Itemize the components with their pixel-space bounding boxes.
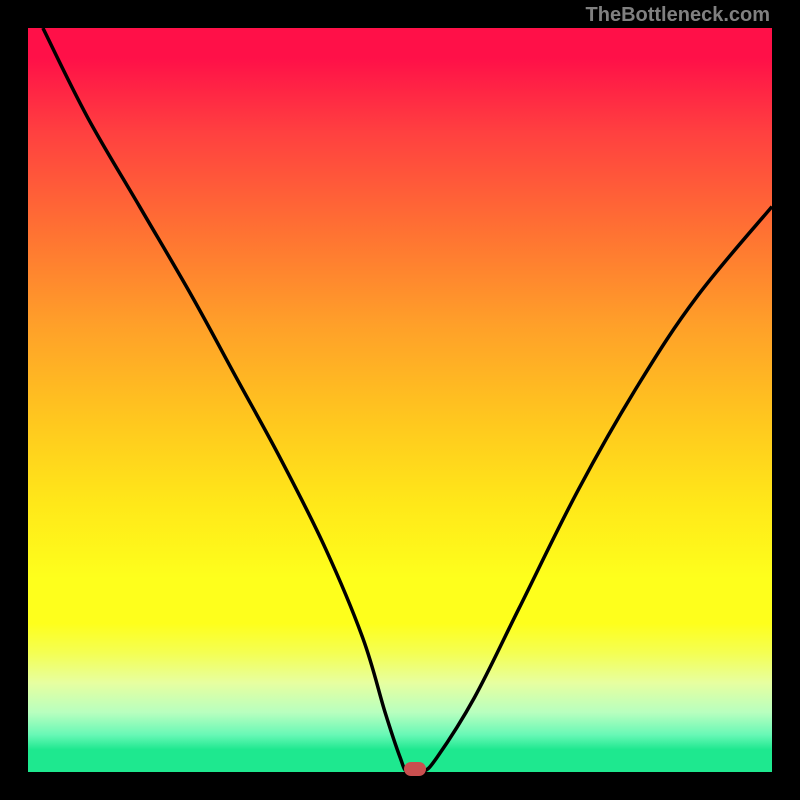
chart-frame — [28, 28, 772, 772]
chart-curve — [28, 28, 772, 772]
watermark-text: TheBottleneck.com — [586, 4, 770, 27]
chart-marker-dot — [404, 762, 426, 776]
